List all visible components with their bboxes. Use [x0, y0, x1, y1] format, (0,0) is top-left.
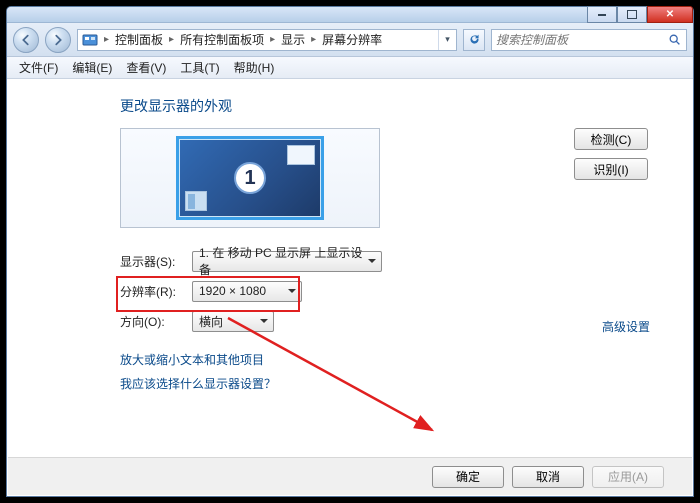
detect-button[interactable]: 检测(C)	[574, 128, 648, 150]
settings-form: 显示器(S): 1. 在 移动 PC 显示屏 上显示设备 分辨率(R): 192…	[120, 246, 658, 336]
desktop-thumb-icon	[287, 145, 315, 165]
resolution-label: 分辨率(R):	[120, 283, 182, 300]
nav-bar: ▸ 控制面板 ▸ 所有控制面板项 ▸ 显示 ▸ 屏幕分辨率 ▾	[7, 23, 693, 57]
preview-row: 1 检测(C) 识别(I)	[120, 128, 658, 228]
desktop-thumb-icon	[185, 191, 207, 211]
orientation-value: 横向	[199, 313, 223, 330]
breadcrumb[interactable]: ▸ 控制面板 ▸ 所有控制面板项 ▸ 显示 ▸ 屏幕分辨率 ▾	[77, 29, 457, 51]
monitor-preview[interactable]: 1	[120, 128, 380, 228]
orientation-combo[interactable]: 横向	[192, 311, 274, 332]
cancel-button[interactable]: 取消	[512, 466, 584, 488]
breadcrumb-seg-3[interactable]: 显示	[277, 31, 309, 48]
breadcrumb-seg-4[interactable]: 屏幕分辨率	[318, 31, 386, 48]
menu-help[interactable]: 帮助(H)	[228, 57, 281, 78]
dialog-footer: 确定 取消 应用(A)	[8, 457, 692, 495]
monitor-1[interactable]: 1	[176, 136, 324, 220]
apply-button: 应用(A)	[592, 466, 664, 488]
display-value: 1. 在 移动 PC 显示屏 上显示设备	[199, 244, 363, 278]
ok-button[interactable]: 确定	[432, 466, 504, 488]
page-title: 更改显示器的外观	[120, 96, 658, 116]
breadcrumb-seg-1[interactable]: 控制面板	[111, 31, 167, 48]
content-area: 更改显示器的外观 1 检测(C) 识别(I) 显示器(S): 1. 在 移动	[8, 80, 692, 456]
display-label: 显示器(S):	[120, 253, 182, 270]
monitor-number: 1	[234, 162, 266, 194]
menu-file[interactable]: 文件(F)	[13, 57, 64, 78]
titlebar	[7, 7, 693, 23]
breadcrumb-seg-2[interactable]: 所有控制面板项	[176, 31, 268, 48]
chevron-right-icon: ▸	[167, 34, 176, 45]
identify-button[interactable]: 识别(I)	[574, 158, 648, 180]
menu-edit[interactable]: 编辑(E)	[66, 57, 118, 78]
chevron-right-icon: ▸	[268, 34, 277, 45]
forward-button[interactable]	[45, 27, 71, 53]
chevron-right-icon: ▸	[102, 34, 111, 45]
menu-view[interactable]: 查看(V)	[120, 57, 172, 78]
maximize-button[interactable]	[617, 6, 647, 23]
advanced-settings-link[interactable]: 高级设置	[602, 318, 650, 335]
which-display-link[interactable]: 我应该选择什么显示器设置？	[120, 372, 276, 396]
menu-bar: 文件(F) 编辑(E) 查看(V) 工具(T) 帮助(H)	[7, 57, 693, 79]
search-box[interactable]	[491, 29, 687, 51]
help-links: 放大或缩小文本和其他项目 我应该选择什么显示器设置？	[120, 348, 276, 396]
close-button[interactable]	[647, 6, 693, 23]
resolution-combo[interactable]: 1920 × 1080	[192, 281, 302, 302]
control-panel-icon	[82, 33, 98, 47]
orientation-label: 方向(O):	[120, 313, 182, 330]
resolution-value: 1920 × 1080	[199, 284, 266, 298]
search-icon[interactable]	[667, 33, 682, 47]
refresh-button[interactable]	[463, 29, 485, 51]
breadcrumb-dropdown[interactable]: ▾	[438, 30, 456, 50]
chevron-right-icon: ▸	[309, 34, 318, 45]
zoom-text-link[interactable]: 放大或缩小文本和其他项目	[120, 348, 276, 372]
window-controls	[587, 6, 693, 23]
search-input[interactable]	[496, 33, 667, 47]
side-buttons: 检测(C) 识别(I)	[574, 128, 648, 180]
minimize-button[interactable]	[587, 6, 617, 23]
menu-tools[interactable]: 工具(T)	[174, 57, 225, 78]
display-combo[interactable]: 1. 在 移动 PC 显示屏 上显示设备	[192, 251, 382, 272]
back-button[interactable]	[13, 27, 39, 53]
window-frame: ▸ 控制面板 ▸ 所有控制面板项 ▸ 显示 ▸ 屏幕分辨率 ▾ 文件(F) 编辑…	[6, 6, 694, 497]
